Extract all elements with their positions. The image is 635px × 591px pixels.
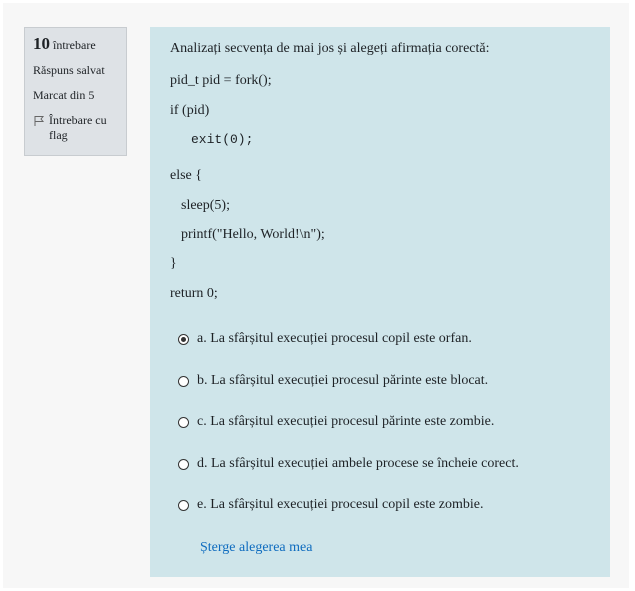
question-content: Analizați secvența de mai jos și alegeți… [150,27,610,577]
answer-option-b[interactable]: b. La sfârșitul execuției procesul părin… [178,373,488,389]
code-line: exit(0); [191,132,254,147]
radio-button[interactable] [178,458,189,470]
flag-question-toggle[interactable]: Întrebare cu flag [33,113,118,143]
radio-button[interactable] [178,375,189,387]
question-prompt: Analizați secvența de mai jos și alegeți… [170,41,490,56]
code-line: pid_t pid = fork(); [170,73,272,88]
answer-label: b. La sfârșitul execuției procesul părin… [197,373,489,388]
radio-button[interactable] [178,499,189,511]
code-line: else { [170,168,202,183]
code-line: sleep(5); [181,198,230,213]
question-number-label: întrebare [53,38,96,52]
answer-label: a. La sfârșitul execuției procesul copil… [197,331,472,346]
clear-choice-link[interactable]: Șterge alegerea mea [200,540,312,556]
question-info-panel: 10 întrebare Răspuns salvat Marcat din 5… [24,27,127,156]
question-state: Răspuns salvat [33,63,105,77]
code-line: if (pid) [170,103,210,118]
answer-option-c[interactable]: c. La sfârșitul execuției procesul părin… [178,414,494,430]
radio-button[interactable] [178,416,189,428]
radio-button-selected[interactable] [178,333,189,345]
answer-label: d. La sfârșitul execuției ambele procese… [197,456,519,471]
answer-option-e[interactable]: e. La sfârșitul execuției procesul copil… [178,497,484,513]
answer-option-d[interactable]: d. La sfârșitul execuției ambele procese… [178,456,519,472]
answer-label: e. La sfârșitul execuției procesul copil… [197,497,484,512]
answer-option-a[interactable]: a. La sfârșitul execuției procesul copil… [178,331,472,347]
question-number-value: 10 [33,34,50,53]
question-grade: Marcat din 5 [33,88,95,102]
code-line: printf("Hello, World!\n"); [181,227,325,242]
code-line: } [170,256,177,271]
answer-label: c. La sfârșitul execuției procesul părin… [197,414,495,429]
code-line: return 0; [170,286,218,301]
question-container: 10 întrebare Răspuns salvat Marcat din 5… [3,3,629,588]
question-number: 10 întrebare [33,34,118,53]
flag-label: Întrebare cu flag [49,113,107,142]
flag-icon [34,116,45,126]
